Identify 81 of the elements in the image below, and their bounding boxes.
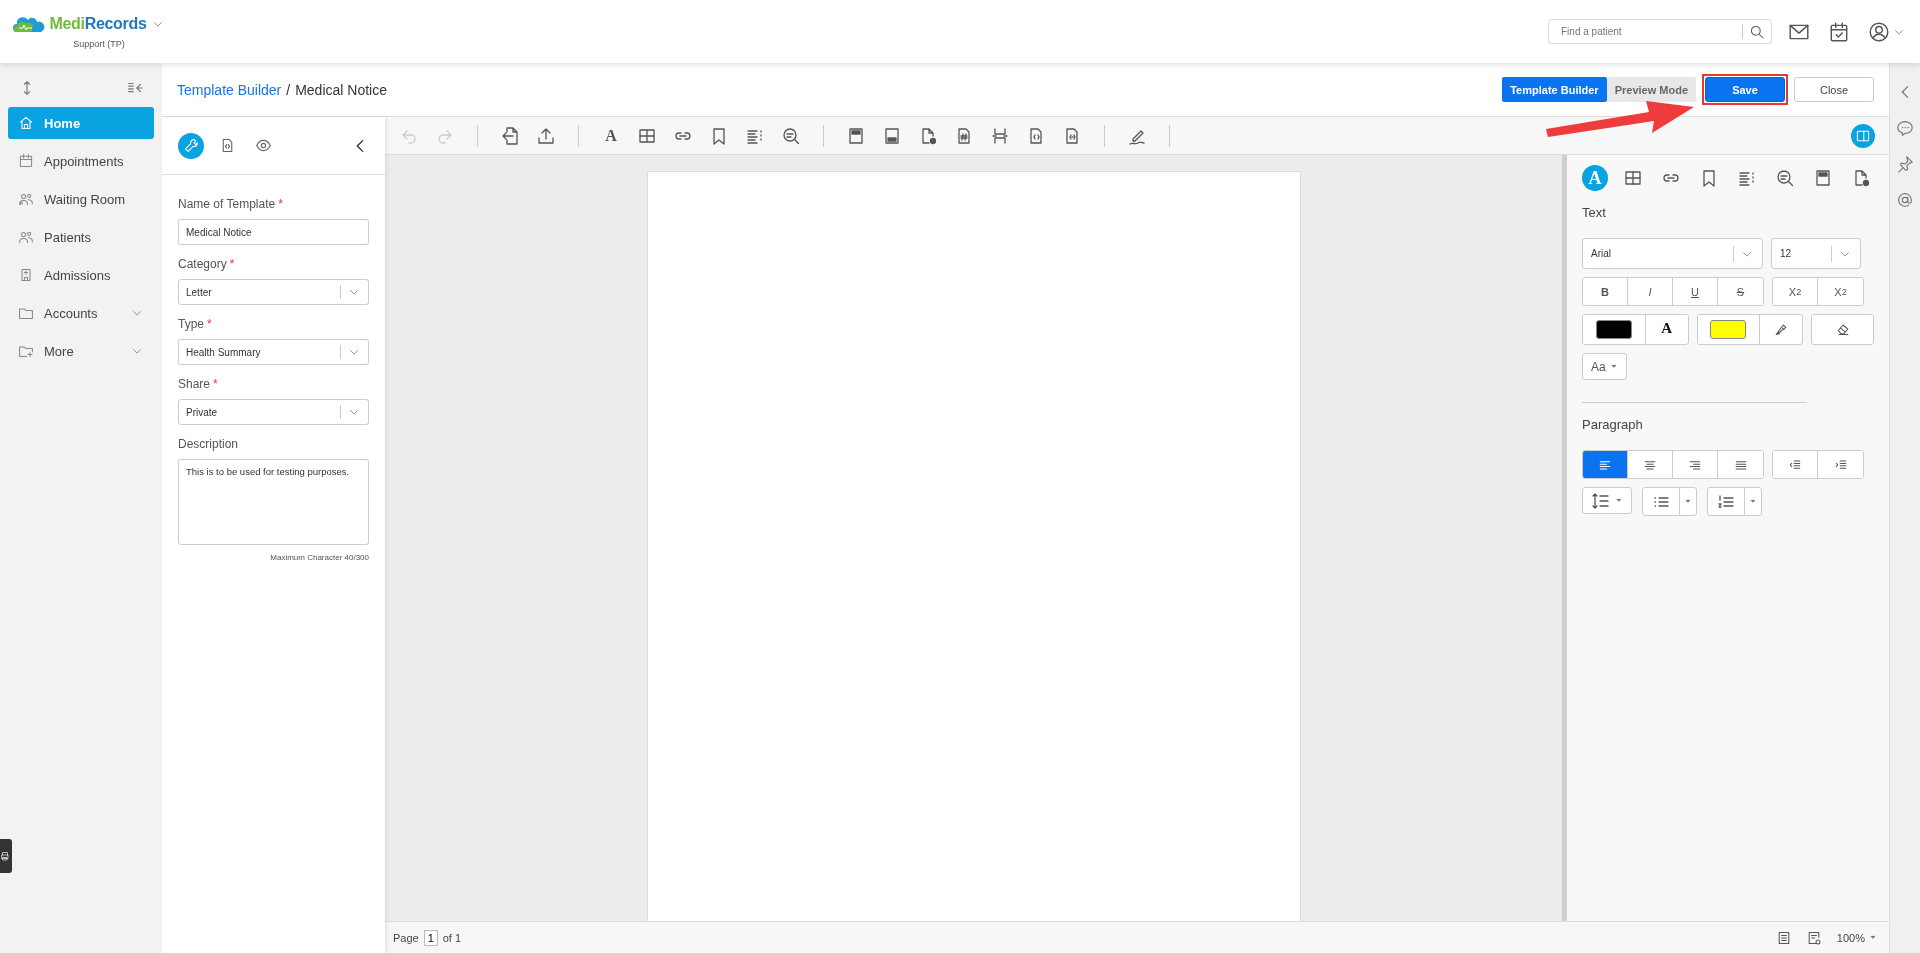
- font-color-button[interactable]: [1583, 315, 1646, 344]
- chat-icon[interactable]: [1896, 119, 1914, 137]
- caret-icon: [1609, 364, 1618, 369]
- calendar-icon: [18, 153, 34, 169]
- description-field[interactable]: This is to be used for testing purposes.: [178, 459, 369, 545]
- organization-name: Support (TP): [72, 38, 125, 49]
- people-icon: [18, 229, 34, 245]
- caret-icon: [1615, 498, 1623, 503]
- folder-icon: [18, 305, 34, 321]
- sidebar-item[interactable]: Waiting Room: [8, 183, 154, 215]
- panel-toggle-button[interactable]: [1851, 123, 1875, 148]
- toolbar-button[interactable]: [846, 125, 866, 146]
- search-icon[interactable]: [1749, 23, 1765, 40]
- field-label: Type *: [178, 317, 213, 331]
- sidebar-item[interactable]: Accounts: [8, 297, 154, 329]
- home-icon: [18, 115, 34, 131]
- close-button[interactable]: Close: [1794, 77, 1874, 102]
- bullet-list-button[interactable]: [1642, 487, 1697, 516]
- field-label: Category *: [178, 257, 236, 271]
- toolbar-button[interactable]: [781, 125, 801, 146]
- character-counter: Maximum Character 40/300: [269, 553, 369, 562]
- highlight-color-button[interactable]: [1697, 315, 1761, 344]
- find-icon: [781, 125, 801, 146]
- field-label: Description: [178, 437, 240, 451]
- select-field[interactable]: Health Summary: [178, 339, 369, 365]
- page-title: Medical Notice: [295, 81, 387, 98]
- page-label: Page: [393, 931, 419, 944]
- mode-tab[interactable]: Template Builder: [1502, 77, 1607, 102]
- page-number-field[interactable]: 1: [423, 929, 438, 946]
- logo-icon: [13, 14, 46, 33]
- section-title: Paragraph: [1582, 417, 1644, 432]
- footer-icon: [882, 125, 902, 146]
- save-button[interactable]: Save: [1705, 77, 1785, 102]
- building-icon: [18, 267, 34, 283]
- caret-icon: [1749, 499, 1757, 504]
- align-button[interactable]: [1583, 451, 1628, 478]
- line-spacing-dropdown[interactable]: [1582, 487, 1632, 514]
- eye-icon: [254, 137, 272, 154]
- folder-plus-icon: [18, 343, 34, 359]
- font-select[interactable]: Arial: [1582, 238, 1763, 269]
- printer-icon: [0, 851, 10, 861]
- text-field[interactable]: Medical Notice: [178, 219, 369, 245]
- calendar-check-icon[interactable]: [1828, 20, 1850, 43]
- size-select[interactable]: 12: [1771, 238, 1861, 269]
- mode-tab[interactable]: Preview Mode: [1606, 77, 1696, 102]
- field-label: Name of Template *: [178, 197, 284, 211]
- header-icon: [1813, 168, 1833, 188]
- section-title: Text: [1582, 205, 1607, 220]
- caret-icon: [1684, 499, 1692, 504]
- search-field[interactable]: Find a patient: [1548, 19, 1772, 44]
- patient-search-field[interactable]: Find a patient: [1549, 26, 1742, 37]
- find-icon: [1775, 168, 1795, 188]
- toolbar-button[interactable]: [500, 125, 520, 146]
- pin-icon[interactable]: [1896, 155, 1914, 173]
- wrench-icon: [182, 137, 200, 154]
- caret-icon: [1869, 935, 1877, 940]
- breadcrumb-link[interactable]: Template Builder: [177, 81, 282, 98]
- breadcrumb-separator: /: [286, 81, 291, 98]
- sidebar-item[interactable]: Admissions: [8, 259, 154, 291]
- table-icon: [1623, 168, 1643, 188]
- document-import-icon: [500, 125, 520, 146]
- sidebar-item[interactable]: Patients: [8, 221, 154, 253]
- page-count: of 1: [442, 931, 462, 944]
- user-avatar-icon[interactable]: [1868, 20, 1890, 43]
- text-tool-button[interactable]: A: [601, 125, 621, 146]
- select-field[interactable]: Private: [178, 399, 369, 425]
- header-icon: [846, 125, 866, 146]
- zoom-dropdown[interactable]: 100%: [1836, 931, 1877, 944]
- toolbar-button[interactable]: [882, 125, 902, 146]
- case-dropdown[interactable]: Aa: [1582, 353, 1627, 380]
- side-tab[interactable]: [0, 839, 12, 873]
- format-button[interactable]: B: [1583, 278, 1628, 305]
- select-field[interactable]: Letter: [178, 279, 369, 305]
- brand-name: MediRecords: [49, 14, 147, 33]
- sidebar-item[interactable]: More: [8, 335, 154, 367]
- numbered-list-button[interactable]: [1707, 487, 1762, 516]
- sidebar-item[interactable]: Appointments: [8, 145, 154, 177]
- field-label: Share *: [178, 377, 219, 391]
- panel-tab[interactable]: [178, 132, 204, 159]
- at-sign-icon[interactable]: [1896, 191, 1914, 209]
- people-icon: [18, 191, 34, 207]
